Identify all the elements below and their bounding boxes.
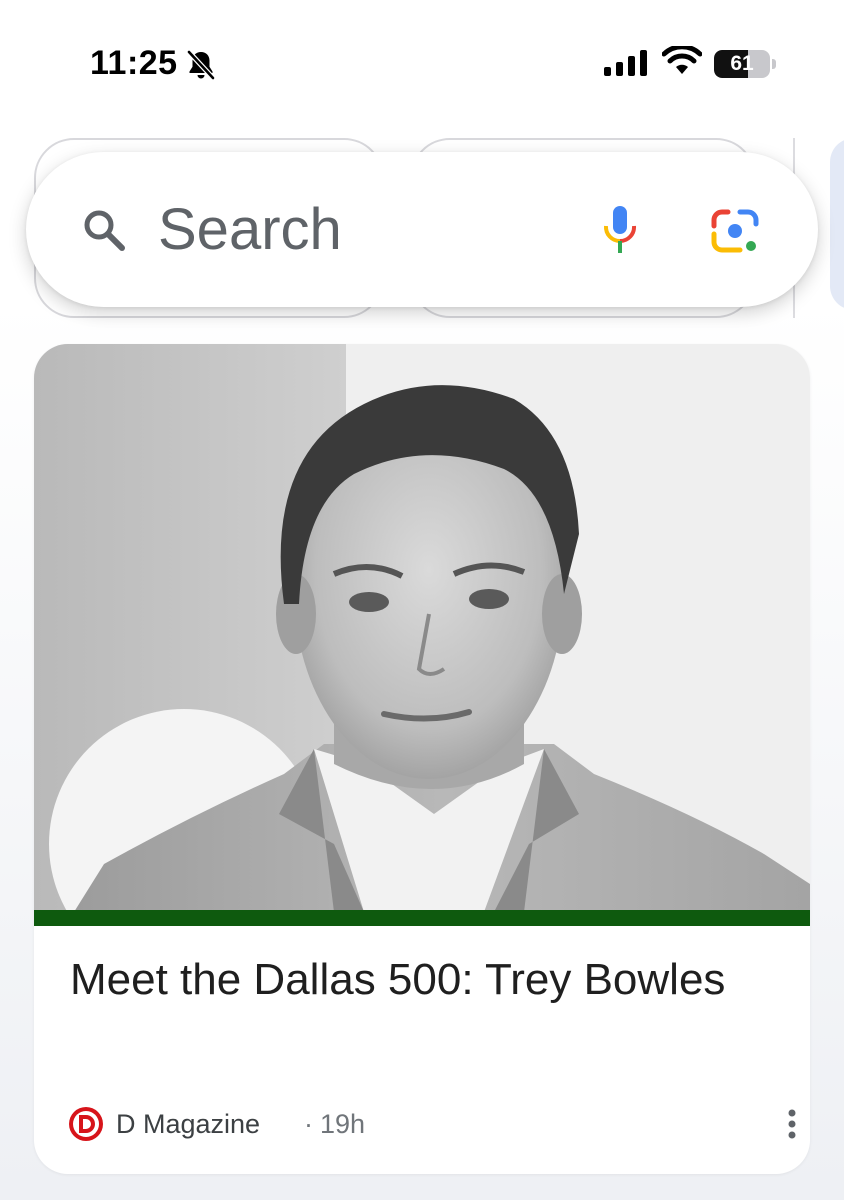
- search-bar[interactable]: Search: [26, 152, 818, 307]
- article-photo[interactable]: [34, 344, 810, 912]
- more-options-icon[interactable]: [778, 1106, 806, 1142]
- battery-level: 61: [730, 52, 754, 75]
- article-age: 19h: [320, 1109, 366, 1139]
- search-icon: [84, 210, 125, 251]
- source-name[interactable]: D Magazine: [116, 1107, 260, 1141]
- article-source-row: D Magazine · 19h: [68, 1104, 808, 1144]
- d-magazine-logo-icon: [69, 1107, 103, 1141]
- shortcut-chip-partial[interactable]: [830, 138, 844, 310]
- status-time: 11:25: [90, 44, 178, 82]
- cellular-signal-icon: [604, 50, 647, 76]
- source-separator: ·: [304, 1109, 313, 1139]
- article-title[interactable]: Meet the Dallas 500: Trey Bowles: [70, 950, 770, 1010]
- search-input[interactable]: Search: [158, 192, 342, 268]
- bell-off-icon: [187, 50, 215, 80]
- mic-icon[interactable]: [600, 204, 640, 256]
- google-lens-icon[interactable]: [710, 208, 760, 254]
- battery-icon: 61: [714, 50, 776, 78]
- wifi-icon: [662, 46, 702, 74]
- news-card[interactable]: Meet the Dallas 500: Trey Bowles D Magaz…: [34, 344, 810, 1174]
- card-accent-stripe: [34, 910, 810, 926]
- status-bar: 11:25 61: [0, 0, 844, 120]
